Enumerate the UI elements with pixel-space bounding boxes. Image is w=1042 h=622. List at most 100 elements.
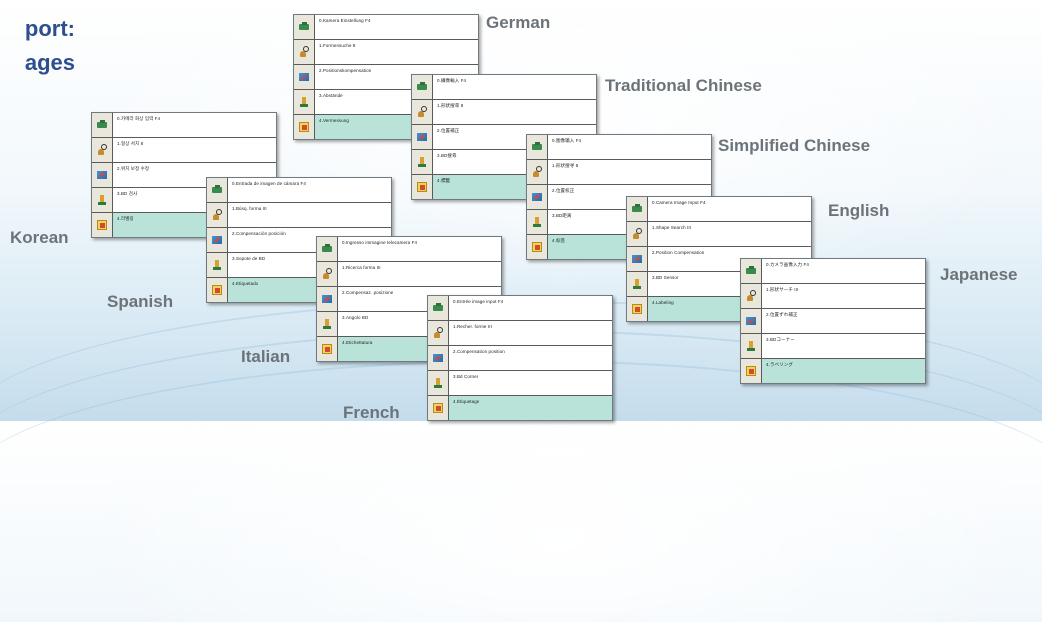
position-compensation-icon xyxy=(631,253,643,265)
menu-item-camera-input[interactable]: 0.カメラ画像入力 F4 xyxy=(741,259,925,284)
menu-item-shape-search[interactable]: 1.Ricerca forma III xyxy=(317,262,501,287)
menu-item-label: 0.Entrée image input F4 xyxy=(453,299,504,304)
menu-item-label: 0.攝像輸入 F4 xyxy=(437,78,467,83)
menu-item-label: 3.Angolo BD xyxy=(342,315,369,320)
position-compensation-icon xyxy=(211,234,223,246)
menu-item-shape-search[interactable]: 1.Shape Search III xyxy=(627,222,811,247)
shape-search-icon xyxy=(531,166,543,178)
menu-item-label: 3.BDコーナー xyxy=(766,337,795,342)
camera-icon xyxy=(416,81,428,93)
menu-item-label: 2.位置補正 xyxy=(437,128,460,133)
language-label-english: English xyxy=(828,201,890,220)
menu-item-position-compensation[interactable]: 2.位置ずれ補正 xyxy=(741,309,925,334)
camera-icon xyxy=(298,21,310,33)
menu-item-label: 2.位置ずれ補正 xyxy=(766,312,798,317)
camera-icon xyxy=(96,119,108,131)
menu-item-labeling[interactable]: 4.Étiquetage xyxy=(428,396,612,420)
heading-line-2: ages xyxy=(24,50,75,75)
menu-item-bd-sensor[interactable]: 3.BDコーナー xyxy=(741,334,925,359)
position-compensation-icon xyxy=(96,169,108,181)
bd-sensor-icon xyxy=(745,340,757,352)
menu-item-shape-search[interactable]: 1.형상 서치 8 xyxy=(92,138,276,163)
menu-item-label: 4.標籤 xyxy=(437,178,451,183)
bd-sensor-icon xyxy=(631,278,643,290)
menu-item-label: 3.BD 검사 xyxy=(117,191,138,196)
menu-item-position-compensation[interactable]: 2.Compensation position xyxy=(428,346,612,371)
menu-item-label: 4.라벨링 xyxy=(117,216,134,221)
bd-sensor-icon xyxy=(531,216,543,228)
heading-line-1: port: xyxy=(24,16,75,41)
language-label-french: French xyxy=(343,403,400,422)
position-compensation-icon xyxy=(531,191,543,203)
menu-item-label: 1.형상 서치 8 xyxy=(117,141,144,146)
shape-search-icon xyxy=(96,144,108,156)
menu-item-label: 0.Entrada de imagen de cámara F4 xyxy=(232,181,306,186)
menu-item-label: 1.Recher. forme III xyxy=(453,324,492,329)
menu-item-label: 3.Bd Corner xyxy=(453,374,479,379)
position-compensation-icon xyxy=(745,315,757,327)
menu-item-shape-search[interactable]: 1.形状搜寻 8 xyxy=(527,160,711,185)
menu-item-label: 2.Compensación posición xyxy=(232,231,286,236)
menu-item-camera-input[interactable]: 0.Camera Image Input F4 xyxy=(627,197,811,222)
menu-item-shape-search[interactable]: 1.Formensuche 8 xyxy=(294,40,478,65)
menu-item-label: 3.Sopote de BD xyxy=(232,256,266,261)
camera-icon xyxy=(211,184,223,196)
menu-item-shape-search[interactable]: 1.Búsq. forma III xyxy=(207,203,391,228)
menu-item-label: 4.Etiquetado xyxy=(232,281,259,286)
labeling-icon xyxy=(432,402,444,414)
camera-icon xyxy=(432,302,444,314)
menu-item-label: 3.BD Sensor xyxy=(652,275,679,280)
language-label-german: German xyxy=(486,13,551,32)
menu-item-label: 1.Ricerca forma III xyxy=(342,265,381,270)
menu-item-label: 3.BD搜尋 xyxy=(437,153,457,158)
menu-item-label: 4.Etichettatura xyxy=(342,340,373,345)
shape-search-icon xyxy=(298,46,310,58)
labeling-icon xyxy=(321,343,333,355)
camera-icon xyxy=(531,141,543,153)
bd-sensor-icon xyxy=(211,259,223,271)
menu-item-label: 1.形状サーチ III xyxy=(766,287,799,292)
menu-item-camera-input[interactable]: 0.Ingresso immagine telecamera F4 xyxy=(317,237,501,262)
menu-item-label: 0.图像输入 F4 xyxy=(552,138,582,143)
menu-item-camera-input[interactable]: 0.카메라 화상 입력 F4 xyxy=(92,113,276,138)
bd-sensor-icon xyxy=(96,194,108,206)
menu-item-labeling[interactable]: 4.ラベリング xyxy=(741,359,925,383)
labeling-icon xyxy=(745,365,757,377)
language-label-japanese: Japanese xyxy=(940,265,1018,284)
position-compensation-icon xyxy=(416,131,428,143)
language-label-traditional-chinese: Traditional Chinese xyxy=(605,76,762,95)
camera-icon xyxy=(745,265,757,277)
menu-item-camera-input[interactable]: 0.Kamera Einstellung F4 xyxy=(294,15,478,40)
menu-item-label: 3.BD距离 xyxy=(552,213,572,218)
menu-item-label: 2.位置校正 xyxy=(552,188,575,193)
labeling-icon xyxy=(531,241,543,253)
menu-item-label: 1.Búsq. forma III xyxy=(232,206,267,211)
language-label-italian: Italian xyxy=(241,347,291,366)
menu-item-label: 4.Labeling xyxy=(652,300,674,305)
menu-item-camera-input[interactable]: 0.Entrée image input F4 xyxy=(428,296,612,321)
shape-search-icon xyxy=(211,209,223,221)
menu-item-shape-search[interactable]: 1.形狀搜尋 8 xyxy=(412,100,596,125)
menu-item-label: 1.Shape Search III xyxy=(652,225,692,230)
labeling-icon xyxy=(298,121,310,133)
menu-item-label: 2.Compensaz. posizione xyxy=(342,290,394,295)
menu-item-camera-input[interactable]: 0.Entrada de imagen de cámara F4 xyxy=(207,178,391,203)
menu-item-shape-search[interactable]: 1.形状サーチ III xyxy=(741,284,925,309)
bd-sensor-icon xyxy=(432,377,444,389)
page-heading: port: ages xyxy=(0,12,75,80)
menu-item-label: 1.形狀搜尋 8 xyxy=(437,103,464,108)
shape-search-icon xyxy=(321,268,333,280)
menu-item-label: 0.카메라 화상 입력 F4 xyxy=(117,116,161,121)
language-label-simplified-chinese: Simplified Chinese xyxy=(718,136,871,155)
camera-icon xyxy=(631,203,643,215)
menu-item-bd-sensor[interactable]: 3.Bd Corner xyxy=(428,371,612,396)
menu-item-shape-search[interactable]: 1.Recher. forme III xyxy=(428,321,612,346)
labeling-icon xyxy=(96,219,108,231)
menu-item-label: 3.Abstände xyxy=(319,93,343,98)
menu-item-camera-input[interactable]: 0.图像输入 F4 xyxy=(527,135,711,160)
language-label-korean: Korean xyxy=(10,228,69,247)
menu-item-label: 4.Étiquetage xyxy=(453,399,480,404)
menu-item-camera-input[interactable]: 0.攝像輸入 F4 xyxy=(412,75,596,100)
menu-item-label: 4.Vermessung xyxy=(319,118,349,123)
position-compensation-icon xyxy=(432,352,444,364)
